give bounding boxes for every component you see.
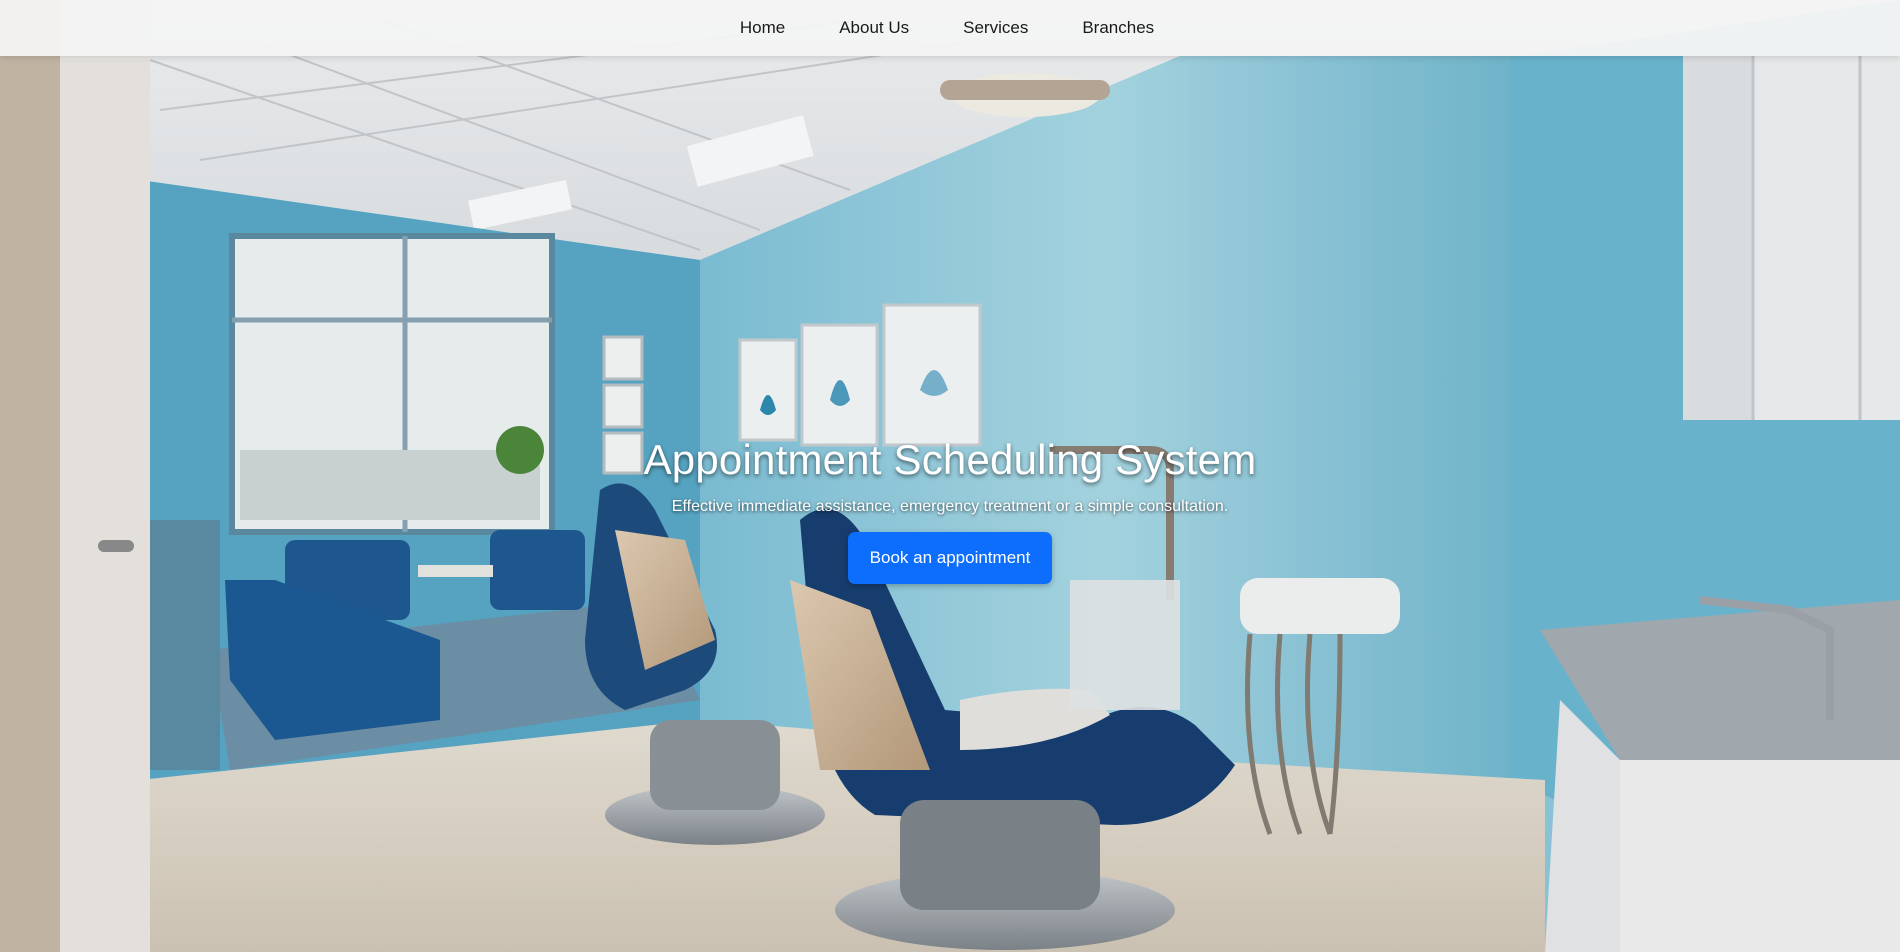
nav-link-home[interactable]: Home bbox=[713, 0, 812, 56]
nav-link-about-us[interactable]: About Us bbox=[812, 0, 936, 56]
hero-title: Appointment Scheduling System bbox=[643, 436, 1257, 483]
top-navbar: Home About Us Services Branches bbox=[0, 0, 1900, 56]
book-appointment-button[interactable]: Book an appointment bbox=[848, 532, 1052, 584]
hero-subtitle: Effective immediate assistance, emergenc… bbox=[671, 498, 1229, 515]
hero-section: Appointment Scheduling System Effective … bbox=[0, 0, 1900, 952]
nav-link-branches[interactable]: Branches bbox=[1055, 0, 1181, 56]
nav-link-services[interactable]: Services bbox=[936, 0, 1055, 56]
main-nav: Home About Us Services Branches bbox=[719, 0, 1181, 56]
